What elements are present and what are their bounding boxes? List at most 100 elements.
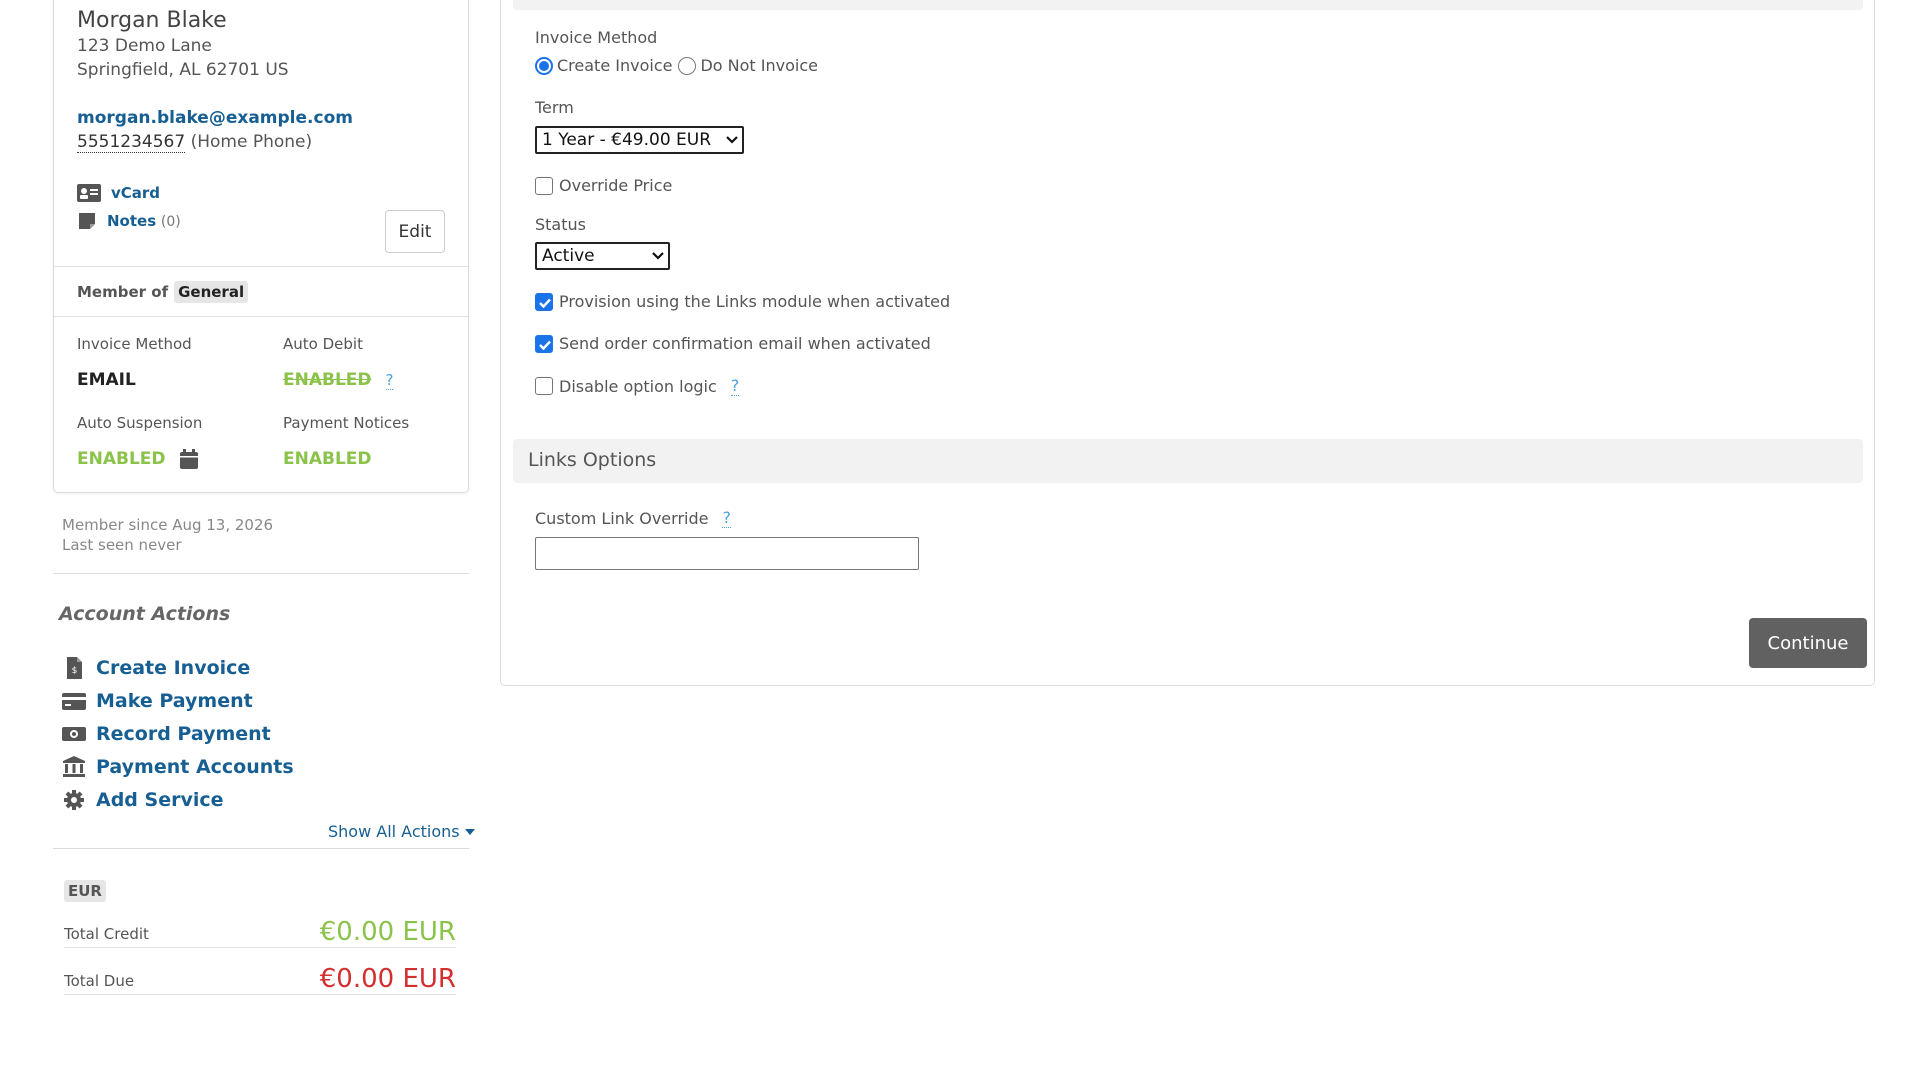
disable-option-logic-help-icon[interactable]: ? (730, 376, 740, 396)
auto-debit-value: ENABLED (283, 370, 372, 390)
custom-link-input[interactable] (535, 537, 919, 570)
provision-row[interactable]: Provision using the Links module when ac… (535, 292, 950, 311)
action-add-service[interactable]: Add Service (62, 789, 224, 811)
action-label[interactable]: Make Payment (96, 690, 253, 712)
divider (54, 316, 468, 317)
provision-label[interactable]: Provision using the Links module when ac… (559, 292, 950, 311)
chevron-down-icon (726, 136, 738, 144)
member-of-label: Member of (77, 283, 169, 301)
client-address-line1: 123 Demo Lane (77, 36, 212, 56)
vcard-icon (77, 184, 101, 202)
chevron-down-icon (652, 252, 664, 260)
member-of: Member of General (77, 281, 249, 303)
service-form-panel: Invoice Method Create Invoice Do Not Inv… (500, 0, 1875, 686)
account-actions-title: Account Actions (59, 603, 231, 625)
custom-link-help-icon[interactable]: ? (722, 508, 731, 528)
send-confirmation-label[interactable]: Send order confirmation email when activ… (559, 334, 931, 353)
action-make-payment[interactable]: Make Payment (62, 690, 253, 712)
disable-option-logic-checkbox[interactable] (535, 377, 553, 395)
cash-icon (62, 727, 86, 741)
divider (54, 266, 468, 267)
show-all-actions-link[interactable]: Show All Actions (328, 822, 475, 841)
disable-option-logic-row[interactable]: Disable option logic ? (535, 376, 740, 396)
client-phone: 5551234567 (Home Phone) (77, 132, 313, 153)
invoice-method-radios: Create Invoice Do Not Invoice (535, 56, 818, 75)
send-confirmation-row[interactable]: Send order confirmation email when activ… (535, 334, 931, 353)
client-card: Morgan Blake 123 Demo Lane Springfield, … (53, 0, 469, 493)
divider (53, 573, 469, 574)
invoice-icon: $ (67, 657, 82, 679)
client-address-line2: Springfield, AL 62701 US (77, 60, 289, 80)
override-price-checkbox[interactable] (535, 176, 553, 195)
disable-option-logic-label[interactable]: Disable option logic (559, 377, 717, 396)
vcard-link[interactable]: vCard (111, 184, 160, 202)
svg-text:$: $ (72, 666, 78, 676)
action-label[interactable]: Payment Accounts (96, 756, 294, 778)
term-select[interactable]: 1 Year - €49.00 EUR (535, 126, 744, 154)
auto-suspension-label: Auto Suspension (77, 414, 203, 432)
custom-link-field: Custom Link Override ? (535, 508, 731, 528)
action-label[interactable]: Add Service (96, 789, 224, 811)
calendar-icon[interactable] (179, 449, 198, 469)
bank-icon (63, 756, 85, 777)
notes-link[interactable]: Notes (107, 212, 156, 230)
total-due-label: Total Due (64, 972, 135, 990)
do-not-invoice-label[interactable]: Do Not Invoice (700, 56, 818, 75)
edit-button[interactable]: Edit (385, 210, 445, 253)
vcard-row[interactable]: vCard (77, 184, 160, 202)
group-badge: General (174, 281, 249, 303)
notes-row[interactable]: Notes (0) (77, 211, 181, 231)
currency-badge: EUR (64, 880, 106, 902)
last-seen: Last seen never (62, 536, 182, 554)
continue-button[interactable]: Continue (1749, 618, 1867, 668)
override-price-row[interactable]: Override Price (535, 176, 672, 195)
links-options-header: Links Options (513, 439, 1863, 483)
divider (53, 848, 469, 849)
status-select[interactable]: Active (535, 242, 670, 270)
invoice-method-label: Invoice Method (77, 335, 192, 353)
action-record-payment[interactable]: Record Payment (62, 723, 271, 745)
send-confirmation-checkbox[interactable] (535, 334, 553, 353)
auto-debit-label: Auto Debit (283, 335, 363, 353)
action-label[interactable]: Record Payment (96, 723, 271, 745)
phone-type: (Home Phone) (190, 132, 313, 152)
invoice-method-value: EMAIL (77, 370, 136, 390)
gear-icon (64, 790, 84, 810)
invoice-method-field-label: Invoice Method (535, 28, 658, 47)
client-email-link[interactable]: morgan.blake@example.com (77, 108, 353, 128)
auto-debit-help-icon[interactable]: ? (385, 371, 394, 390)
phone-number[interactable]: 5551234567 (77, 132, 186, 153)
action-payment-accounts[interactable]: Payment Accounts (62, 756, 294, 778)
member-since: Member since Aug 13, 2026 (62, 516, 274, 534)
create-invoice-radio[interactable] (535, 56, 553, 75)
override-price-label[interactable]: Override Price (559, 176, 672, 195)
auto-suspension-value: ENABLED (77, 449, 166, 469)
provision-checkbox[interactable] (535, 292, 553, 311)
action-label[interactable]: Create Invoice (96, 657, 250, 679)
create-invoice-label[interactable]: Create Invoice (557, 56, 672, 75)
panel-header-strip (513, 0, 1863, 10)
check-icon (539, 340, 551, 350)
show-all-label[interactable]: Show All Actions (328, 822, 460, 841)
links-options-title: Links Options (528, 449, 657, 471)
payment-notices-label: Payment Notices (283, 414, 410, 432)
total-credit-value: €0.00 EUR (319, 917, 456, 947)
do-not-invoice-radio[interactable] (678, 56, 697, 75)
total-credit-label: Total Credit (64, 925, 149, 943)
payment-notices-value: ENABLED (283, 449, 372, 469)
check-icon (539, 298, 551, 308)
credit-card-icon (62, 693, 86, 710)
caret-down-icon (464, 828, 475, 835)
action-create-invoice[interactable]: $ Create Invoice (62, 657, 250, 679)
status-label: Status (535, 215, 586, 234)
term-label: Term (535, 98, 574, 117)
term-value: 1 Year - €49.00 EUR (542, 130, 712, 150)
notes-count: (0) (160, 214, 181, 230)
custom-link-label: Custom Link Override (535, 508, 709, 528)
total-credit-row: Total Credit €0.00 EUR (64, 914, 456, 948)
auto-debit-status: ENABLED? (283, 370, 394, 390)
note-icon (79, 213, 95, 229)
total-due-value: €0.00 EUR (319, 964, 456, 994)
status-value: Active (542, 246, 595, 266)
client-name: Morgan Blake (77, 8, 227, 33)
